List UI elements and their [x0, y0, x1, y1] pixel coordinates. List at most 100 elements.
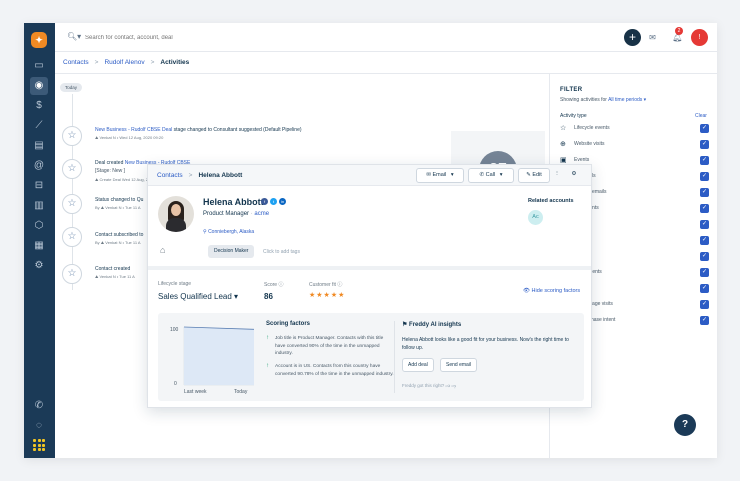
chevron-down-icon: ▾	[446, 172, 454, 178]
add-tags-hint[interactable]: Click to add tags	[263, 249, 300, 255]
calendar-icon: ▣	[560, 157, 567, 164]
twitter-icon[interactable]: t	[270, 198, 277, 205]
cube-icon[interactable]: ⬡	[30, 217, 48, 235]
notification-badge: 2	[675, 27, 683, 35]
deals-icon[interactable]: $	[30, 97, 48, 115]
checkbox-checked[interactable]: ✓	[700, 252, 709, 261]
top-bar: 🔍︎▾ + ✉ 🔔︎ 2 ! M	[55, 23, 717, 52]
arrow-up-icon: ↑	[266, 363, 269, 369]
search-icon[interactable]: 🔍︎▾	[67, 32, 81, 41]
call-button[interactable]: ✆ Call ▾	[468, 168, 514, 183]
add-deal-button[interactable]: Add deal	[402, 358, 434, 372]
x-tick-label: Last week	[184, 389, 207, 395]
checkbox-checked[interactable]: ✓	[700, 204, 709, 213]
clear-filter-link[interactable]: Clear	[695, 113, 707, 119]
inbox-icon[interactable]: ⊟	[30, 177, 48, 195]
calendar-icon[interactable]: ▭	[30, 57, 48, 75]
panel-divider	[394, 321, 395, 393]
filter-row[interactable]: ⊕ Website visits ✓	[560, 140, 710, 150]
send-email-button[interactable]: Send email	[440, 358, 478, 372]
contact-quick-view-card: Contacts > Helena Abbott ✉ Email ▾ ✆ Call …	[147, 164, 592, 408]
card-contacts-link[interactable]: Contacts	[157, 172, 183, 179]
documents-icon[interactable]: ▦	[30, 237, 48, 255]
scoring-factor: ↑ Account is in US. Contacts from this co…	[266, 363, 394, 377]
score-value: 86	[264, 292, 273, 301]
checkbox-checked[interactable]: ✓	[700, 300, 709, 309]
quick-add-button[interactable]: +	[624, 29, 641, 46]
timeline-line	[72, 94, 73, 290]
thumbs-down-icon[interactable]: 👎︎	[452, 383, 457, 388]
contact-photo	[158, 196, 194, 232]
score-trend-chart: 100 0 Last week Today	[170, 326, 255, 395]
alert-icon[interactable]: !	[691, 29, 708, 46]
lifecycle-star-icon: ☆	[62, 194, 82, 214]
breadcrumb: Contacts > Rudolf Alenov > Activities	[55, 52, 717, 74]
checkbox-checked[interactable]: ✓	[700, 284, 709, 293]
lifecycle-star-icon: ☆	[62, 264, 82, 284]
filter-row[interactable]: ☆ Lifecycle events ✓	[560, 124, 710, 134]
lifecycle-star-icon: ☆	[62, 159, 82, 179]
contacts-icon[interactable]: ◉	[30, 77, 48, 95]
edit-button[interactable]: ✎ Edit	[518, 168, 550, 183]
checkbox-checked[interactable]: ✓	[700, 220, 709, 229]
breadcrumb-contacts-link[interactable]: Contacts	[63, 59, 89, 66]
today-pill: Today	[60, 83, 83, 92]
freddy-insights-title: ⚑ Freddy AI insights	[402, 322, 462, 328]
thumbs-up-icon[interactable]: 👍︎	[446, 383, 451, 388]
checkbox-checked[interactable]: ✓	[700, 172, 709, 181]
card-breadcrumb: Contacts > Helena Abbott	[157, 172, 243, 179]
breadcrumb-current: Activities	[160, 59, 190, 66]
help-button[interactable]: ?	[674, 414, 696, 436]
email-button[interactable]: ✉ Email ▾	[416, 168, 464, 183]
email-icon[interactable]: @	[30, 157, 48, 175]
checkbox-checked[interactable]: ✓	[700, 140, 709, 149]
activity-item-3: Status changed to Qu	[95, 197, 144, 203]
scoring-panel: 100 0 Last week Today Scoring factors ↑ J…	[158, 313, 584, 401]
settings-icon[interactable]: ⚙	[30, 257, 48, 275]
period-dropdown[interactable]: All time periods ▾	[608, 97, 646, 103]
reports-icon[interactable]: ⟋	[30, 117, 48, 135]
breadcrumb-contact-link[interactable]: Rudolf Alenov	[104, 59, 144, 66]
checkbox-checked[interactable]: ✓	[700, 124, 709, 133]
activity-item-1: New Business - Rudolf CBSE Deal stage ch…	[95, 127, 302, 133]
activity-item-5: Contact created	[95, 266, 131, 272]
tag-chip[interactable]: Decision Maker	[208, 245, 255, 258]
company-link[interactable]: acme	[254, 211, 269, 217]
linkedin-icon[interactable]: in	[279, 198, 286, 205]
activity-item-4: Contact subscribed to	[95, 232, 144, 238]
facebook-icon[interactable]: f	[261, 198, 268, 205]
activity-meta: ⛰ Venkat N • Wed 12 Aug, 2020 09:20	[95, 135, 164, 140]
analytics-icon[interactable]: ▥	[30, 197, 48, 215]
activity-stage: [Stage: New ]	[95, 168, 126, 174]
more-menu-icon[interactable]: ⋮	[552, 168, 562, 183]
deal-link[interactable]: New Business - Rudolf CBSE Deal	[95, 127, 172, 133]
activity-type-label: Activity type	[560, 113, 587, 119]
chat-bubble-icon[interactable]: ◌	[30, 417, 48, 435]
checkbox-checked[interactable]: ✓	[700, 156, 709, 165]
checkbox-checked[interactable]: ✓	[700, 268, 709, 277]
checkbox-checked[interactable]: ✓	[700, 188, 709, 197]
eye-off-icon: 👁︎	[523, 288, 532, 294]
checkbox-checked[interactable]: ✓	[700, 236, 709, 245]
settings-icon[interactable]: ⚙	[566, 168, 582, 183]
lifecycle-stage-label: Lifecycle stage	[158, 281, 192, 287]
contact-name: Helena Abbott	[203, 197, 264, 207]
mail-icon[interactable]: ✉	[644, 29, 661, 46]
filter-title: FILTER	[560, 87, 583, 93]
freddy-feedback: Freddy got this right? 👍︎ 👎︎	[402, 383, 457, 388]
phone-icon[interactable]: ✆	[30, 397, 48, 415]
hide-scoring-factors-link[interactable]: 👁︎ Hide scoring factors	[523, 288, 580, 294]
chat-icon[interactable]: ▤	[30, 137, 48, 155]
score-area	[184, 327, 254, 385]
divider	[148, 266, 591, 270]
apps-grid-icon[interactable]	[33, 439, 45, 451]
freddy-icon: ⚑	[402, 322, 410, 328]
freshsales-logo-icon[interactable]: ✦	[31, 32, 47, 48]
search-input[interactable]	[85, 31, 305, 45]
customer-fit-label: Customer fit ⓘ	[309, 282, 343, 288]
related-account-avatar[interactable]: Ac	[528, 210, 543, 225]
checkbox-checked[interactable]: ✓	[700, 316, 709, 325]
scoring-factor: ↑ Job title is Product Manager. Contacts …	[266, 335, 384, 356]
lifecycle-stage-dropdown[interactable]: Sales Qualified Lead ▾	[158, 292, 238, 301]
related-accounts-title: Related accounts	[528, 198, 574, 204]
